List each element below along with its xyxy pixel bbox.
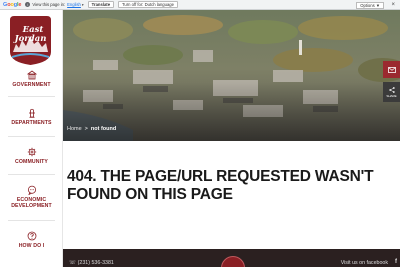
google-logo: Google: [3, 2, 21, 8]
aerial-town-photo: [63, 10, 400, 141]
question-icon: [27, 231, 36, 241]
nav-community[interactable]: COMMUNITY: [3, 147, 60, 165]
facebook-link[interactable]: Visit us on facebook: [341, 260, 388, 266]
share-button[interactable]: SHARE: [383, 82, 400, 102]
east-jordan-logo[interactable]: East Jordan: [6, 14, 55, 66]
google-letter: e: [18, 1, 22, 8]
phone-number: (231) 536-3381: [77, 260, 114, 266]
sidebar: East Jordan GOVERNMENT DEPARTMENTS COMMU…: [0, 10, 63, 267]
email-button[interactable]: [383, 61, 400, 78]
fire-hydrant-icon: [28, 108, 35, 118]
breadcrumb-current: not found: [90, 126, 117, 132]
share-label: SHARE: [386, 93, 397, 98]
phone-icon: ☏: [69, 260, 76, 266]
nav-label: ECONOMIC DEVELOPMENT: [11, 197, 52, 209]
translate-button[interactable]: Translate: [87, 1, 115, 8]
nav-how-do-i[interactable]: HOW DO I: [3, 231, 60, 249]
chevron-down-icon[interactable]: ▾: [82, 3, 84, 7]
share-icon: [388, 86, 395, 93]
nav-government[interactable]: GOVERNMENT: [3, 70, 60, 88]
divider: [8, 220, 55, 221]
language-select[interactable]: English: [67, 2, 81, 7]
translate-bar: Google i View this page in: English ▾ Tr…: [0, 0, 400, 10]
gear-icon: [27, 147, 36, 157]
page-title: 404. THE PAGE/URL REQUESTED WASN'T FOUND…: [67, 168, 374, 203]
nav-label: COMMUNITY: [15, 159, 48, 165]
divider: [8, 136, 55, 137]
chat-bubble-icon: [27, 185, 36, 195]
nav-label: GOVERNMENT: [12, 82, 51, 88]
building-icon: [26, 70, 37, 80]
nav-label: HOW DO I: [18, 243, 45, 249]
footer-phone[interactable]: ☏ (231) 536-3381: [69, 260, 114, 266]
logo-text-jordan: Jordan: [13, 34, 47, 44]
city-seal: [221, 256, 245, 267]
breadcrumb: Home > not found: [67, 126, 116, 132]
breadcrumb-home-link[interactable]: Home: [67, 126, 82, 132]
divider: [8, 96, 55, 97]
turn-off-button[interactable]: Turn off for: Dutch language: [118, 1, 178, 8]
nav-departments[interactable]: DEPARTMENTS: [3, 108, 60, 126]
options-button[interactable]: Options ▼: [356, 1, 384, 9]
nav-economic-development[interactable]: ECONOMIC DEVELOPMENT: [3, 185, 60, 209]
divider: [8, 174, 55, 175]
close-icon[interactable]: ×: [391, 2, 395, 8]
breadcrumb-separator: >: [84, 126, 88, 132]
envelope-icon: [387, 66, 396, 73]
hero-image: [63, 10, 400, 141]
facebook-icon[interactable]: f: [395, 259, 397, 265]
footer: ☏ (231) 536-3381 Visit us on facebook f: [63, 249, 400, 267]
info-icon[interactable]: i: [25, 2, 31, 7]
nav-label: DEPARTMENTS: [11, 120, 52, 126]
translate-prompt: View this page in:: [32, 2, 66, 7]
